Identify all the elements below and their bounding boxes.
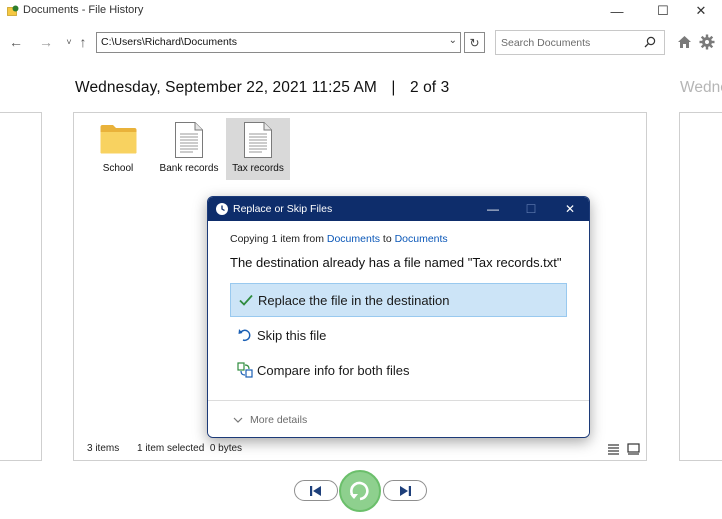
- file-label-school: School: [102, 163, 134, 174]
- previous-snapshot-panel[interactable]: [0, 112, 42, 461]
- item-count: 3 items: [87, 443, 120, 454]
- skip-file-label: Skip this file: [257, 327, 327, 343]
- search-input[interactable]: Search Documents: [495, 30, 665, 55]
- previous-version-button[interactable]: [294, 480, 338, 501]
- dialog-close-button[interactable]: ✕: [551, 197, 589, 221]
- search-icon[interactable]: [644, 36, 656, 48]
- window-title: Documents - File History: [23, 4, 144, 16]
- next-snapshot-date: Wedne: [680, 79, 722, 96]
- next-version-button[interactable]: [383, 480, 427, 501]
- folder-icon: [100, 125, 137, 154]
- more-details-toggle[interactable]: More details: [208, 400, 589, 437]
- maximize-button[interactable]: ☐: [642, 0, 684, 22]
- skip-previous-icon: [310, 485, 321, 496]
- gear-icon[interactable]: [699, 34, 715, 50]
- restore-icon: [350, 481, 369, 501]
- compare-files-label: Compare info for both files: [257, 362, 410, 378]
- address-bar[interactable]: C:\Users\Richard\Documents ⌄: [96, 32, 461, 53]
- compare-icon: [237, 362, 253, 378]
- snapshot-date: Wednesday, September 22, 2021 11:25 AM: [75, 79, 377, 96]
- snapshot-position: 2 of 3: [409, 79, 450, 96]
- large-icons-view-icon[interactable]: [627, 443, 640, 455]
- more-details-label: More details: [250, 414, 308, 426]
- restore-button[interactable]: [339, 470, 381, 512]
- compare-files-option[interactable]: Compare info for both files: [230, 353, 567, 387]
- heading-separator: |: [391, 79, 396, 96]
- dialog-title: Replace or Skip Files: [233, 203, 333, 215]
- address-path: C:\Users\Richard\Documents: [101, 36, 237, 48]
- chevron-down-icon: [233, 417, 243, 423]
- copying-mid: to: [379, 233, 395, 245]
- back-button[interactable]: ←: [5, 32, 27, 52]
- file-item-school[interactable]: School: [86, 118, 150, 180]
- selection-status: 1 item selected 0 bytes: [137, 443, 243, 454]
- replace-file-option[interactable]: Replace the file in the destination: [230, 283, 567, 317]
- details-view-icon[interactable]: [607, 443, 620, 455]
- file-label-bank-records: Bank records: [159, 163, 219, 174]
- skip-icon: [237, 327, 253, 343]
- replace-file-label: Replace the file in the destination: [258, 292, 450, 308]
- next-snapshot-panel[interactable]: [679, 112, 722, 461]
- dialog-minimize-button[interactable]: —: [474, 197, 512, 221]
- file-history-icon: [7, 5, 19, 16]
- file-item-bank-records[interactable]: Bank records: [157, 118, 221, 180]
- clock-icon: [216, 203, 228, 215]
- dialog-maximize-button: ☐: [525, 202, 537, 216]
- minimize-button[interactable]: —: [596, 0, 638, 22]
- skip-next-icon: [400, 485, 411, 496]
- snapshot-date-heading: Wednesday, September 22, 2021 11:25 AM |…: [75, 79, 449, 97]
- destination-folder-link[interactable]: Documents: [395, 233, 448, 245]
- search-placeholder: Search Documents: [501, 37, 591, 49]
- file-item-tax-records[interactable]: Tax records: [226, 118, 290, 180]
- source-folder-link[interactable]: Documents: [327, 233, 380, 245]
- dialog-title-bar: Replace or Skip Files — ☐ ✕: [208, 197, 589, 221]
- file-label-tax-records: Tax records: [232, 163, 284, 174]
- forward-button[interactable]: →: [35, 32, 57, 52]
- home-icon[interactable]: [677, 35, 692, 49]
- conflict-message: The destination already has a file named…: [230, 255, 562, 270]
- up-button[interactable]: ↑: [75, 32, 91, 52]
- title-bar: Documents - File History — ☐ ✕: [0, 0, 722, 24]
- checkmark-icon: [238, 292, 254, 308]
- recent-locations-button[interactable]: ˅: [63, 32, 75, 52]
- replace-or-skip-dialog: Replace or Skip Files — ☐ ✕ Copying 1 it…: [207, 196, 590, 438]
- close-button[interactable]: ✕: [680, 0, 722, 22]
- document-icon: [244, 122, 272, 158]
- chevron-down-icon[interactable]: ⌄: [449, 35, 457, 46]
- document-icon: [175, 122, 203, 158]
- skip-file-option[interactable]: Skip this file: [230, 318, 567, 352]
- copying-summary: Copying 1 item from Documents to Documen…: [230, 233, 448, 245]
- copying-prefix: Copying 1 item from: [230, 233, 327, 245]
- refresh-button[interactable]: ↻: [464, 32, 485, 53]
